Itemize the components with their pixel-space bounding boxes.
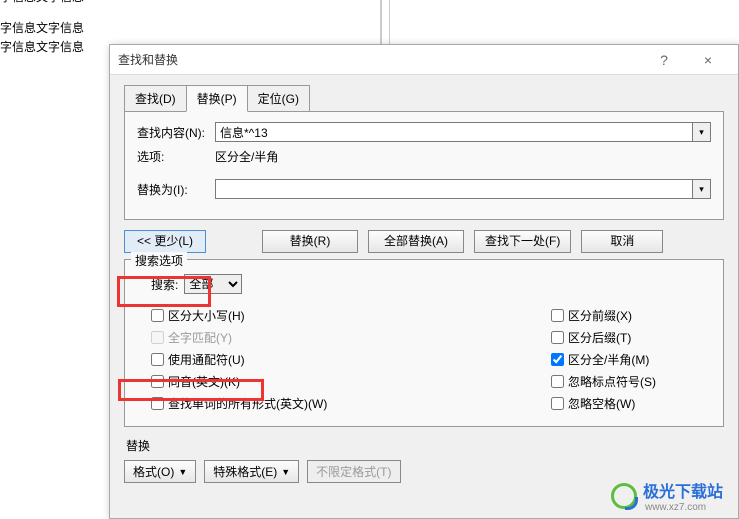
options-value: 区分全/半角	[215, 148, 278, 165]
tab-replace[interactable]: 替换(P)	[186, 85, 248, 112]
find-replace-dialog: 查找和替换 ? × 查找(D) 替换(P) 定位(G) 查找内容(N): ▾ 选…	[109, 44, 739, 519]
logo-icon	[611, 483, 637, 509]
dialog-title: 查找和替换	[118, 51, 642, 68]
brand-name: 极光下载站	[643, 478, 723, 502]
tab-goto[interactable]: 定位(G)	[247, 85, 310, 112]
check-whole-word: 全字匹配(Y)	[151, 326, 387, 348]
tab-find[interactable]: 查找(D)	[124, 85, 187, 112]
close-button[interactable]: ×	[686, 46, 730, 74]
find-input[interactable]	[215, 122, 693, 142]
check-suffix[interactable]: 区分后缀(T)	[551, 326, 711, 348]
button-row: << 更少(L) 替换(R) 全部替换(A) 查找下一处(F) 取消	[124, 230, 724, 253]
help-button[interactable]: ?	[642, 46, 686, 74]
search-options-title: 搜索选项	[131, 252, 187, 269]
search-scope-select[interactable]: 全部	[184, 274, 242, 294]
branding-logo: 极光下载站 www.xz7.com	[611, 478, 723, 513]
replace-input[interactable]	[215, 179, 693, 199]
no-format-button: 不限定格式(T)	[307, 460, 400, 483]
check-ignore-space[interactable]: 忽略空格(W)	[551, 392, 711, 414]
search-scope-label: 搜索:	[151, 276, 178, 293]
document-text: 字信息文字信息 字信息文字信息 字信息文字信息	[0, 0, 84, 58]
options-label: 选项:	[137, 148, 215, 165]
replace-label: 替换为(I):	[137, 181, 215, 198]
format-button[interactable]: 格式(O)▼	[124, 460, 196, 483]
check-ignore-punct[interactable]: 忽略标点符号(S)	[551, 370, 711, 392]
cancel-button[interactable]: 取消	[581, 230, 663, 253]
doc-line: 字信息文字信息	[0, 0, 84, 7]
find-dropdown-icon[interactable]: ▾	[693, 122, 711, 142]
check-wildcards[interactable]: 使用通配符(U)	[151, 348, 387, 370]
doc-line: 字信息文字信息	[0, 38, 84, 57]
check-all-forms[interactable]: 查找单词的所有形式(英文)(W)	[151, 392, 387, 414]
replace-all-button[interactable]: 全部替换(A)	[368, 230, 464, 253]
check-match-case[interactable]: 区分大小写(H)	[151, 304, 387, 326]
doc-line: 字信息文字信息	[0, 19, 84, 38]
titlebar: 查找和替换 ? ×	[110, 45, 738, 75]
brand-url: www.xz7.com	[645, 502, 723, 513]
tabs: 查找(D) 替换(P) 定位(G)	[124, 85, 738, 112]
find-label: 查找内容(N):	[137, 124, 215, 141]
check-full-half[interactable]: 区分全/半角(M)	[551, 348, 711, 370]
find-next-button[interactable]: 查找下一处(F)	[474, 230, 571, 253]
replace-button[interactable]: 替换(R)	[262, 230, 358, 253]
caret-down-icon: ▼	[281, 467, 290, 477]
caret-down-icon: ▼	[178, 467, 187, 477]
replace-section-title: 替换	[126, 437, 724, 454]
less-button[interactable]: << 更少(L)	[124, 230, 206, 253]
check-prefix[interactable]: 区分前缀(X)	[551, 304, 711, 326]
tab-panel: 查找内容(N): ▾ 选项: 区分全/半角 替换为(I): ▾	[124, 111, 724, 220]
search-options-group: 搜索选项 搜索: 全部 区分大小写(H) 全字匹配(Y) 使用通配符(U) 同音…	[124, 259, 724, 427]
replace-dropdown-icon[interactable]: ▾	[693, 179, 711, 199]
special-format-button[interactable]: 特殊格式(E)▼	[204, 460, 299, 483]
check-sounds-like[interactable]: 同音(英文)(K)	[151, 370, 387, 392]
replace-section: 替换 格式(O)▼ 特殊格式(E)▼ 不限定格式(T)	[124, 437, 724, 483]
